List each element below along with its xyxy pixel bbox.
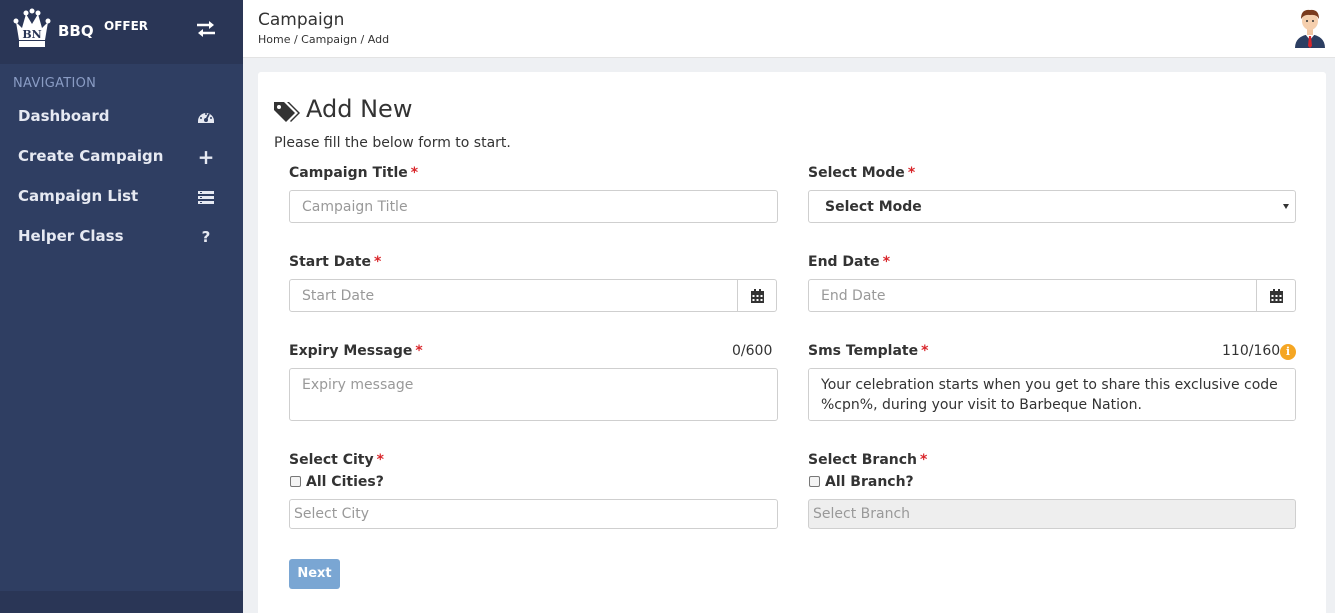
required-mark: * — [376, 452, 384, 468]
crown-logo: BN — [13, 8, 51, 47]
end-date-calendar-button[interactable] — [1256, 279, 1296, 312]
breadcrumb: Home / Campaign / Add — [258, 33, 390, 46]
plus-icon: + — [197, 145, 215, 169]
all-cities-label[interactable]: All Cities? — [306, 474, 384, 490]
tags-icon — [274, 102, 300, 122]
logo-text: BN — [22, 28, 41, 41]
card-subtitle: Please fill the below form to start. — [274, 135, 511, 151]
select-branch-label: Select Branch * — [808, 452, 928, 468]
all-branch-label[interactable]: All Branch? — [825, 474, 914, 490]
campaign-title-input[interactable] — [289, 190, 778, 223]
start-date-label: Start Date * — [289, 254, 382, 270]
start-date-input[interactable] — [289, 279, 738, 312]
sms-template-counter: 110/160 — [1222, 343, 1281, 359]
required-mark: * — [415, 343, 423, 359]
required-mark: * — [920, 452, 928, 468]
start-date-calendar-button[interactable] — [737, 279, 777, 312]
expiry-message-textarea[interactable] — [289, 368, 778, 421]
brand-sup: OFFER — [104, 19, 149, 33]
sidebar-item-label: Create Campaign — [18, 147, 164, 165]
sidebar-item-label: Dashboard — [18, 107, 110, 125]
nav-title: NAVIGATION — [13, 76, 97, 91]
sidebar-item-dashboard[interactable]: Dashboard — [0, 98, 243, 138]
sidebar-item-label: Campaign List — [18, 187, 139, 205]
sidebar-footer — [0, 591, 243, 613]
sms-template-textarea[interactable]: Your celebration starts when you get to … — [808, 368, 1296, 421]
required-mark: * — [882, 254, 891, 270]
calendar-icon — [1270, 289, 1283, 303]
all-branch-checkbox[interactable] — [809, 476, 820, 487]
select-mode-value: Select Mode — [825, 199, 922, 215]
sidebar-item-helper-class[interactable]: Helper Class ? — [0, 218, 243, 258]
all-cities-checkbox[interactable] — [290, 476, 301, 487]
select-branch-input — [808, 499, 1296, 529]
campaign-title-label: Campaign Title * — [289, 165, 419, 181]
chevron-down-icon — [1283, 204, 1289, 209]
select-city-input[interactable] — [289, 499, 778, 529]
dashboard-gauge-icon — [198, 113, 214, 123]
expiry-message-counter: 0/600 — [732, 343, 773, 359]
calendar-icon — [751, 289, 764, 303]
sms-template-label: Sms Template * — [808, 343, 929, 359]
select-mode-dropdown[interactable]: Select Mode — [808, 190, 1296, 223]
sidebar-item-campaign-list[interactable]: Campaign List — [0, 178, 243, 218]
expiry-message-label: Expiry Message * — [289, 343, 423, 359]
question-icon: ? — [201, 228, 211, 246]
toggle-sidebar-swap-icon[interactable] — [194, 19, 218, 39]
list-icon — [198, 191, 214, 204]
required-mark: * — [921, 343, 929, 359]
required-mark: * — [410, 165, 419, 181]
select-city-label: Select City * — [289, 452, 384, 468]
end-date-label: End Date * — [808, 254, 891, 270]
required-mark: * — [373, 254, 382, 270]
end-date-input[interactable] — [808, 279, 1257, 312]
select-mode-label: Select Mode * — [808, 165, 916, 181]
sidebar-item-create-campaign[interactable]: Create Campaign + — [0, 138, 243, 178]
card-title: Add New — [306, 95, 413, 123]
sidebar: BN BBQ OFFER NAVIGATION Dashboard Create… — [0, 0, 243, 613]
required-mark: * — [907, 165, 916, 181]
brand-name: BBQ — [58, 22, 94, 40]
user-avatar[interactable] — [1293, 6, 1327, 48]
top-header: Campaign Home / Campaign / Add — [243, 0, 1335, 58]
page-title: Campaign — [258, 10, 345, 30]
add-new-card: Add New Please fill the below form to st… — [258, 72, 1326, 613]
next-button[interactable]: Next — [289, 559, 340, 589]
info-icon[interactable]: i — [1280, 344, 1296, 360]
sidebar-item-label: Helper Class — [18, 227, 124, 245]
brand-bar: BN BBQ OFFER — [0, 0, 243, 64]
